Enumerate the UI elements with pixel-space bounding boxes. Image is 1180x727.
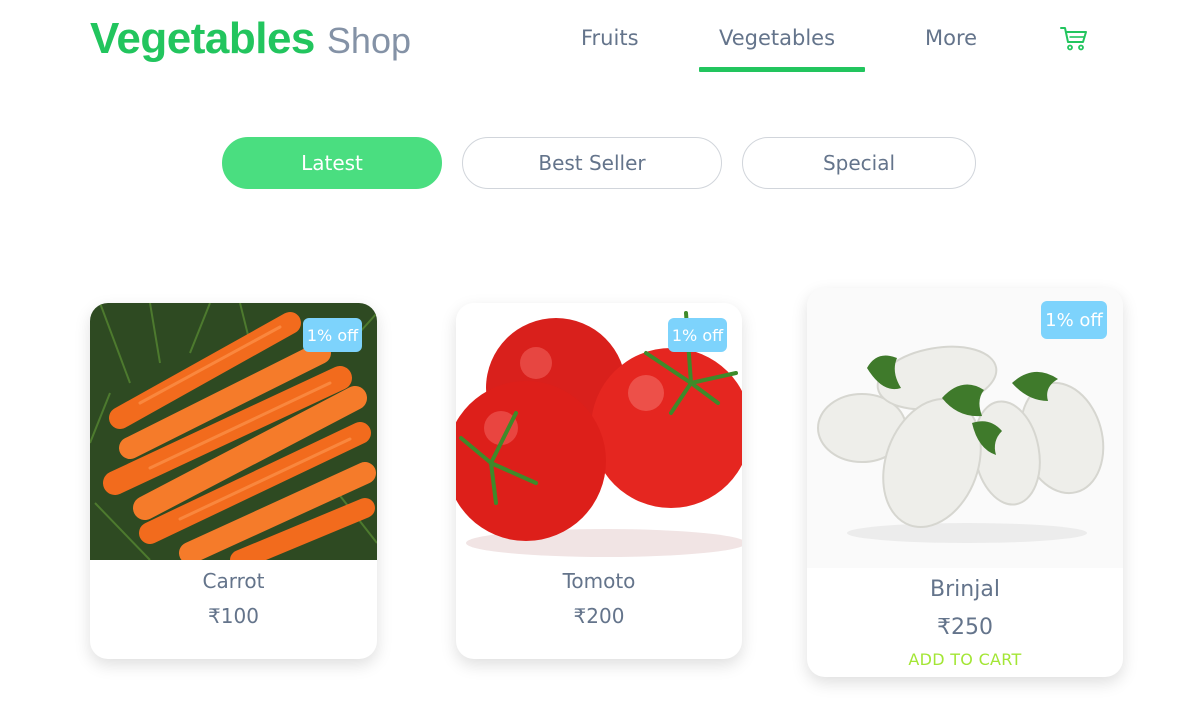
nav-active-indicator bbox=[699, 67, 865, 72]
discount-badge: 1% off bbox=[303, 318, 362, 352]
product-card-brinjal[interactable]: 1% off Brinjal ₹250 ADD TO CART bbox=[807, 288, 1123, 677]
add-to-cart-button[interactable]: ADD TO CART bbox=[807, 650, 1123, 669]
nav-item-fruits[interactable]: Fruits bbox=[581, 26, 639, 50]
filter-special-button[interactable]: Special bbox=[742, 137, 976, 189]
brand-name: Vegetables bbox=[90, 14, 315, 63]
product-name: Brinjal bbox=[930, 577, 1000, 602]
discount-badge: 1% off bbox=[668, 318, 727, 352]
product-price: ₹200 bbox=[573, 604, 625, 628]
product-name: Carrot bbox=[202, 569, 265, 593]
product-card-tomato[interactable]: 1% off Tomoto ₹200 bbox=[456, 303, 742, 659]
filter-tabs: Latest Best Seller Special bbox=[0, 137, 1180, 189]
filter-best-seller-button[interactable]: Best Seller bbox=[462, 137, 722, 189]
brand-suffix: Shop bbox=[326, 20, 411, 61]
nav-item-more[interactable]: More bbox=[925, 26, 977, 50]
product-price: ₹100 bbox=[208, 604, 259, 628]
brand-logo[interactable]: Vegetables Shop bbox=[90, 14, 411, 64]
nav-item-vegetables[interactable]: Vegetables bbox=[719, 26, 835, 50]
cart-icon[interactable] bbox=[1060, 26, 1088, 52]
product-card-carrot[interactable]: 1% off Carrot ₹100 bbox=[90, 303, 377, 659]
product-name: Tomoto bbox=[562, 569, 636, 593]
main-nav: Fruits Vegetables More bbox=[560, 26, 1100, 76]
discount-badge: 1% off bbox=[1041, 301, 1107, 339]
product-price: ₹250 bbox=[937, 615, 993, 640]
filter-latest-button[interactable]: Latest bbox=[222, 137, 442, 189]
